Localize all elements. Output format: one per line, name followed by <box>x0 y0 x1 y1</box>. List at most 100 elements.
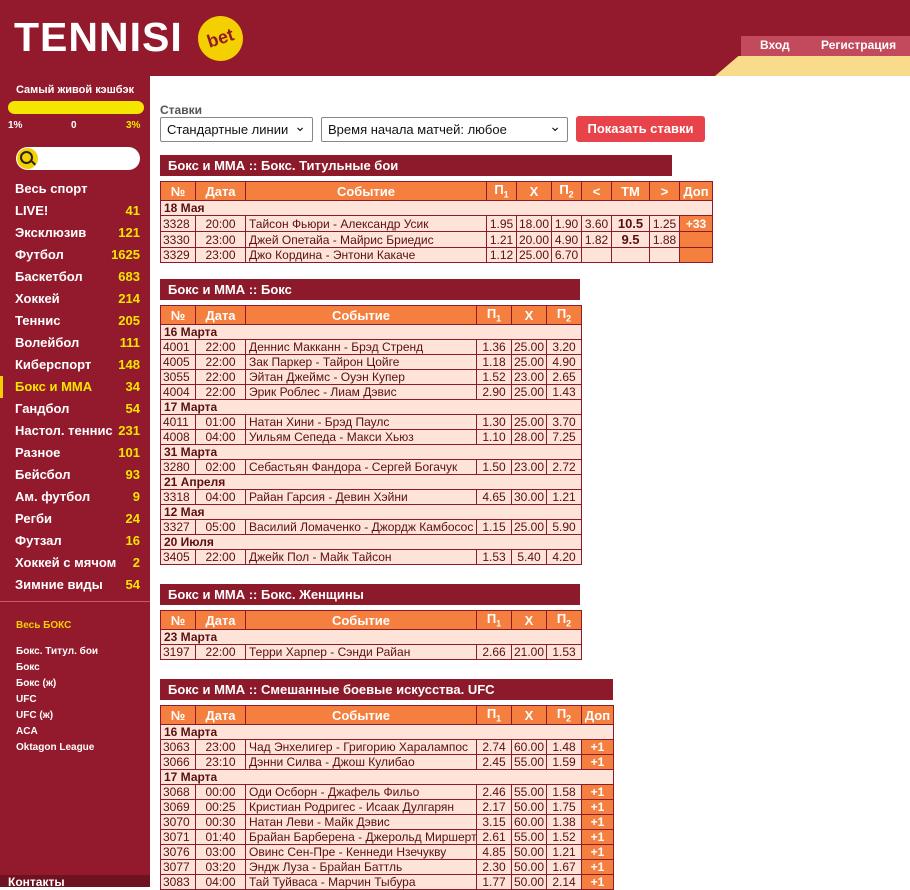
odd-lt[interactable]: 3.60 <box>581 215 612 232</box>
sport-item[interactable]: Ам. футбол 9 <box>0 486 150 508</box>
sport-item[interactable]: Настол. теннис 231 <box>0 420 150 442</box>
odd-x[interactable]: 50.00 <box>511 859 547 875</box>
odd-p2[interactable]: 1.21 <box>546 489 582 505</box>
extra-markets-button[interactable]: +1 <box>581 814 614 830</box>
extra-markets-button[interactable]: +1 <box>581 844 614 860</box>
event-name[interactable]: Василий Ломаченко - Джордж Камбосос <box>245 519 477 535</box>
subcategory-item[interactable]: ACA <box>16 726 146 742</box>
odd-x[interactable]: 60.00 <box>511 814 547 830</box>
logo-bet-badge[interactable]: bet <box>192 10 249 67</box>
subcategory-item[interactable]: UFC <box>16 694 146 710</box>
subcategory-item[interactable]: Бокс (ж) <box>16 678 146 694</box>
sport-item[interactable]: Волейбол 111 <box>0 332 150 354</box>
odd-x[interactable]: 28.00 <box>511 429 547 445</box>
odd-p2[interactable]: 1.53 <box>546 644 582 660</box>
odd-p1[interactable]: 1.18 <box>476 354 512 370</box>
odd-p1[interactable]: 1.10 <box>476 429 512 445</box>
sport-item[interactable]: Эксклюзив 121 <box>0 222 150 244</box>
event-name[interactable]: Эрик Роблес - Лиам Дэвис <box>245 384 477 400</box>
sport-item[interactable]: Гандбол 54 <box>0 398 150 420</box>
event-name[interactable]: Деннис Макканн - Брэд Стренд <box>245 339 477 355</box>
odd-x[interactable]: 23.00 <box>511 369 547 385</box>
odd-x[interactable]: 25.00 <box>511 384 547 400</box>
odd-gt[interactable]: 1.88 <box>649 231 680 248</box>
odd-x[interactable]: 60.00 <box>511 739 547 755</box>
odd-x[interactable]: 25.00 <box>511 354 547 370</box>
odd-p1[interactable]: 1.30 <box>476 414 512 430</box>
odd-x[interactable]: 25.00 <box>516 247 552 263</box>
odd-p2[interactable]: 1.38 <box>546 814 582 830</box>
odd-p2[interactable]: 2.72 <box>546 459 582 475</box>
sport-item[interactable]: Футбол 1625 <box>0 244 150 266</box>
show-bets-button[interactable]: Показать ставки <box>576 116 705 142</box>
odd-p2[interactable]: 4.20 <box>546 549 582 565</box>
subcategory-item[interactable]: Oktagon League <box>16 742 146 758</box>
odd-p2[interactable]: 1.43 <box>546 384 582 400</box>
odd-gt[interactable] <box>649 247 680 263</box>
odd-x[interactable]: 50.00 <box>511 799 547 815</box>
odd-x[interactable]: 20.00 <box>516 231 552 248</box>
cashback-title[interactable]: Самый живой кэшбэк <box>0 84 150 96</box>
search-icon[interactable] <box>17 148 38 169</box>
extra-markets-button[interactable] <box>679 247 713 263</box>
sport-item[interactable]: Зимние виды 54 <box>0 574 150 596</box>
odd-p1[interactable]: 2.30 <box>476 859 512 875</box>
sport-item[interactable]: LIVE! 41 <box>0 200 150 222</box>
odd-p2[interactable]: 1.75 <box>546 799 582 815</box>
event-name[interactable]: Зак Паркер - Тайрон Цойге <box>245 354 477 370</box>
time-select[interactable]: Время начала матчей: любое <box>321 117 568 142</box>
subcategory-item[interactable]: Бокс <box>16 662 146 678</box>
odd-x[interactable]: 21.00 <box>511 644 547 660</box>
odd-x[interactable]: 23.00 <box>511 459 547 475</box>
odd-p1[interactable]: 2.45 <box>476 754 512 770</box>
odd-p2[interactable]: 2.14 <box>546 874 582 890</box>
odd-p1[interactable]: 1.15 <box>476 519 512 535</box>
extra-markets-button[interactable]: +1 <box>581 739 614 755</box>
event-name[interactable]: Оди Осборн - Джафель Фильо <box>245 784 477 800</box>
event-name[interactable]: Эйтан Джеймс - Оуэн Купер <box>245 369 477 385</box>
event-name[interactable]: Тайсон Фьюри - Александр Усик <box>245 215 487 232</box>
event-name[interactable]: Дэнни Силва - Джош Кулибао <box>245 754 477 770</box>
sport-item[interactable]: Весь спорт <box>0 178 150 200</box>
odd-x[interactable]: 25.00 <box>511 339 547 355</box>
sport-item[interactable]: Хоккей с мячом 2 <box>0 552 150 574</box>
extra-markets-button[interactable]: +1 <box>581 829 614 845</box>
odd-x[interactable]: 55.00 <box>511 754 547 770</box>
odd-lt[interactable]: 1.82 <box>581 231 612 248</box>
odd-x[interactable]: 50.00 <box>511 844 547 860</box>
event-name[interactable]: Эндж Луза - Брайан Баттль <box>245 859 477 875</box>
odd-gt[interactable]: 1.25 <box>649 215 680 232</box>
odd-x[interactable]: 30.00 <box>511 489 547 505</box>
odd-p2[interactable]: 1.59 <box>546 754 582 770</box>
odd-lt[interactable] <box>581 247 612 263</box>
sport-item[interactable]: Баскетбол 683 <box>0 266 150 288</box>
odd-p2[interactable]: 5.90 <box>546 519 582 535</box>
sport-item[interactable]: Теннис 205 <box>0 310 150 332</box>
odd-p2[interactable]: 4.90 <box>546 354 582 370</box>
odd-p1[interactable]: 2.61 <box>476 829 512 845</box>
subcategory-item[interactable]: Бокс. Титул. бои <box>16 646 146 662</box>
odd-p1[interactable]: 2.90 <box>476 384 512 400</box>
extra-markets-button[interactable]: +1 <box>581 859 614 875</box>
odd-p1[interactable]: 2.46 <box>476 784 512 800</box>
extra-markets-button[interactable] <box>679 231 713 248</box>
lines-select[interactable]: Стандартные линии <box>160 117 313 142</box>
odd-p1[interactable]: 2.74 <box>476 739 512 755</box>
event-name[interactable]: Уильям Сепеда - Макси Хьюз <box>245 429 477 445</box>
odd-x[interactable]: 25.00 <box>511 519 547 535</box>
subcategory-item[interactable]: UFC (ж) <box>16 710 146 726</box>
event-name[interactable]: Джейк Пол - Майк Тайсон <box>245 549 477 565</box>
odd-p2[interactable]: 7.25 <box>546 429 582 445</box>
extra-markets-button[interactable]: +33 <box>679 215 713 232</box>
odd-x[interactable]: 50.00 <box>511 874 547 890</box>
odd-p2[interactable]: 1.90 <box>551 215 582 232</box>
register-link[interactable]: Регистрация <box>821 38 896 52</box>
event-name[interactable]: Натан Хини - Брэд Паулс <box>245 414 477 430</box>
sport-item[interactable]: Разное 101 <box>0 442 150 464</box>
event-name[interactable]: Себастьян Фандора - Сергей Богачук <box>245 459 477 475</box>
event-name[interactable]: Райан Гарсия - Девин Хэйни <box>245 489 477 505</box>
odd-p1[interactable]: 1.95 <box>486 215 517 232</box>
odd-p1[interactable]: 1.77 <box>476 874 512 890</box>
sport-item[interactable]: Хоккей 214 <box>0 288 150 310</box>
odd-p1[interactable]: 1.53 <box>476 549 512 565</box>
